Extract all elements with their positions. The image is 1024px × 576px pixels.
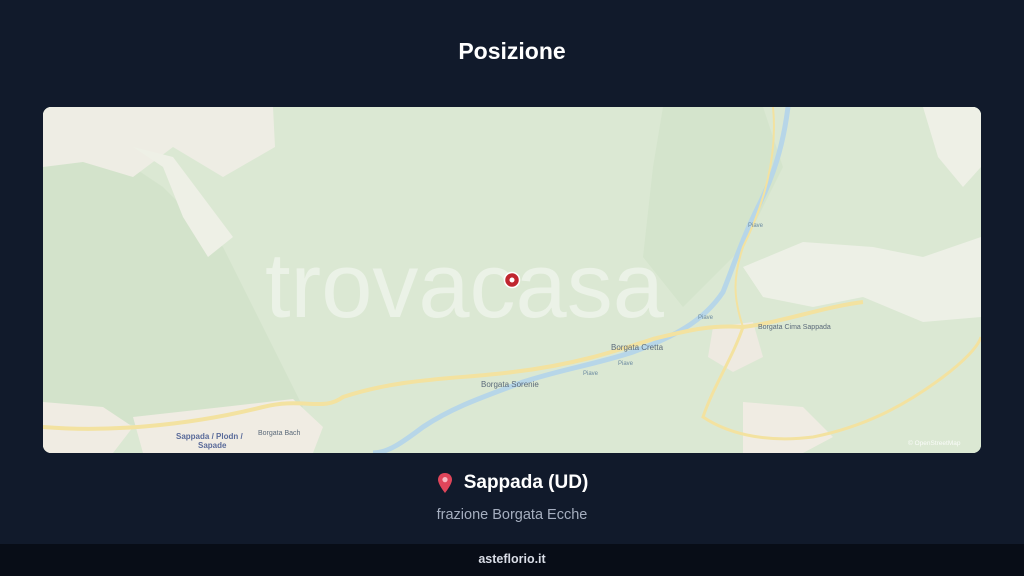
location-subtitle: frazione Borgata Ecche — [436, 507, 588, 523]
map-label-borgata-cima-sappada: Borgata Cima Sappada — [758, 324, 831, 331]
map-label-piave: Piave — [583, 371, 599, 377]
map-canvas[interactable]: trovacasa Borgata Sorenie Borgata Cretta… — [43, 107, 981, 453]
map-label-piave: Piave — [748, 223, 764, 229]
footer: asteflorio.it — [0, 544, 1024, 576]
map-label-sappada: Sappada / Plodn / — [176, 432, 243, 441]
map-pin-icon — [437, 473, 452, 493]
location-line: Sappada (UD) — [436, 472, 589, 494]
map-label-piave: Piave — [698, 315, 714, 321]
location-info: Sappada (UD) frazione Borgata Ecche — [0, 472, 1024, 523]
map-attribution[interactable]: © OpenStreetMap — [908, 439, 961, 447]
map-label-borgata-sorenie: Borgata Sorenie — [481, 380, 539, 389]
location-place: Sappada (UD) — [463, 472, 589, 493]
map-label-borgata-cretta: Borgata Cretta — [611, 343, 664, 352]
map-label-borgata-bach: Borgata Bach — [258, 430, 301, 437]
page-title: Posizione — [458, 38, 566, 64]
map-watermark: trovacasa — [265, 235, 665, 337]
location-marker[interactable] — [503, 271, 521, 289]
footer-site-link[interactable]: asteflorio.it — [478, 552, 545, 566]
location-map[interactable]: trovacasa Borgata Sorenie Borgata Cretta… — [43, 107, 981, 453]
map-label-piave: Piave — [618, 361, 634, 367]
map-label-sapade: Sapade — [198, 441, 227, 450]
